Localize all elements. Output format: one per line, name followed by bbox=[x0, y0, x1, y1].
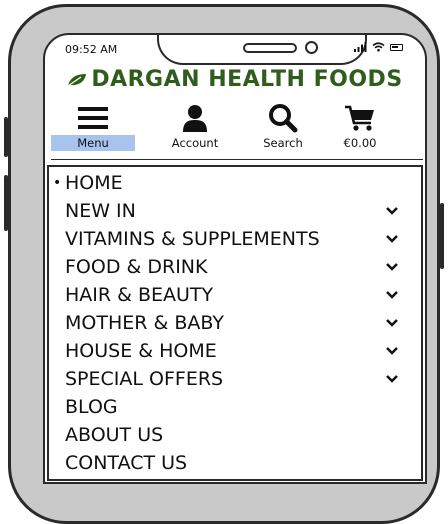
notch bbox=[157, 35, 367, 65]
nav-divider bbox=[51, 159, 423, 160]
battery-icon bbox=[390, 43, 403, 51]
menu-item-contact-us[interactable]: CONTACT US bbox=[65, 449, 405, 477]
nav-search-button[interactable]: Search bbox=[241, 101, 325, 159]
phone-screen: 09:52 AM DARGAN HEALTH FOODS Menu Accoun… bbox=[43, 33, 427, 484]
menu-item-special-offers[interactable]: SPECIAL OFFERS bbox=[65, 365, 405, 393]
brand-name: DARGAN HEALTH FOODS bbox=[91, 67, 403, 92]
menu-item-label: SPECIAL OFFERS bbox=[65, 368, 224, 390]
hamburger-icon bbox=[78, 107, 108, 129]
speaker bbox=[243, 43, 297, 53]
chevron-down-icon[interactable] bbox=[385, 206, 399, 216]
menu-item-mother-baby[interactable]: MOTHER & BABY bbox=[65, 309, 405, 337]
nav-search-label: Search bbox=[263, 136, 303, 150]
nav-menu-label: Menu bbox=[51, 135, 135, 151]
camera bbox=[305, 41, 318, 54]
chevron-down-icon[interactable] bbox=[385, 374, 399, 384]
brand-logo[interactable]: DARGAN HEALTH FOODS bbox=[45, 67, 425, 92]
menu-item-label: FOOD & DRINK bbox=[65, 256, 208, 278]
menu-item-new-in[interactable]: NEW IN bbox=[65, 197, 405, 225]
chevron-down-icon[interactable] bbox=[385, 346, 399, 356]
menu-item-label: VITAMINS & SUPPLEMENTS bbox=[65, 228, 320, 250]
chevron-down-icon[interactable] bbox=[385, 290, 399, 300]
top-nav: Menu Account Search €0.00 bbox=[51, 101, 423, 159]
chevron-down-icon[interactable] bbox=[385, 234, 399, 244]
user-icon bbox=[183, 105, 207, 132]
leaf-icon bbox=[67, 74, 87, 87]
search-icon bbox=[269, 104, 298, 133]
side-button-left bbox=[4, 117, 8, 157]
signal-icon bbox=[354, 42, 367, 52]
dropdown-menu: • HOME NEW IN VITAMINS & SUPPLEMENTS FOO… bbox=[47, 165, 423, 481]
menu-item-home[interactable]: • HOME bbox=[53, 169, 405, 197]
cart-icon bbox=[345, 105, 374, 131]
chevron-down-icon[interactable] bbox=[385, 318, 399, 328]
menu-item-label: NEW IN bbox=[65, 200, 136, 222]
menu-item-label: HOME bbox=[65, 172, 123, 194]
nav-menu-button[interactable]: Menu bbox=[51, 101, 135, 159]
nav-cart-total: €0.00 bbox=[343, 136, 377, 150]
menu-item-hair-beauty[interactable]: HAIR & BEAUTY bbox=[65, 281, 405, 309]
nav-account-label: Account bbox=[171, 136, 219, 150]
current-page-bullet: • bbox=[53, 175, 62, 191]
side-button-right bbox=[440, 203, 444, 269]
menu-item-label: ABOUT US bbox=[65, 424, 164, 446]
menu-item-label: HOUSE & HOME bbox=[65, 340, 217, 362]
menu-item-label: BLOG bbox=[65, 396, 118, 418]
menu-item-label: HAIR & BEAUTY bbox=[65, 284, 214, 306]
phone-frame: 09:52 AM DARGAN HEALTH FOODS Menu Accoun… bbox=[4, 4, 444, 524]
status-time: 09:52 AM bbox=[65, 43, 118, 56]
menu-item-label: CONTACT US bbox=[65, 452, 188, 474]
nav-account-button[interactable]: Account bbox=[153, 101, 237, 159]
menu-item-blog[interactable]: BLOG bbox=[65, 393, 405, 421]
side-button-left-2 bbox=[4, 175, 8, 231]
menu-item-house-home[interactable]: HOUSE & HOME bbox=[65, 337, 405, 365]
menu-item-label: MOTHER & BABY bbox=[65, 312, 224, 334]
wifi-icon bbox=[372, 42, 385, 52]
menu-item-vitamins[interactable]: VITAMINS & SUPPLEMENTS bbox=[65, 225, 405, 253]
chevron-down-icon[interactable] bbox=[385, 262, 399, 272]
status-icons bbox=[354, 42, 403, 52]
menu-item-about-us[interactable]: ABOUT US bbox=[65, 421, 405, 449]
menu-item-food-drink[interactable]: FOOD & DRINK bbox=[65, 253, 405, 281]
nav-cart-button[interactable]: €0.00 bbox=[318, 101, 402, 159]
